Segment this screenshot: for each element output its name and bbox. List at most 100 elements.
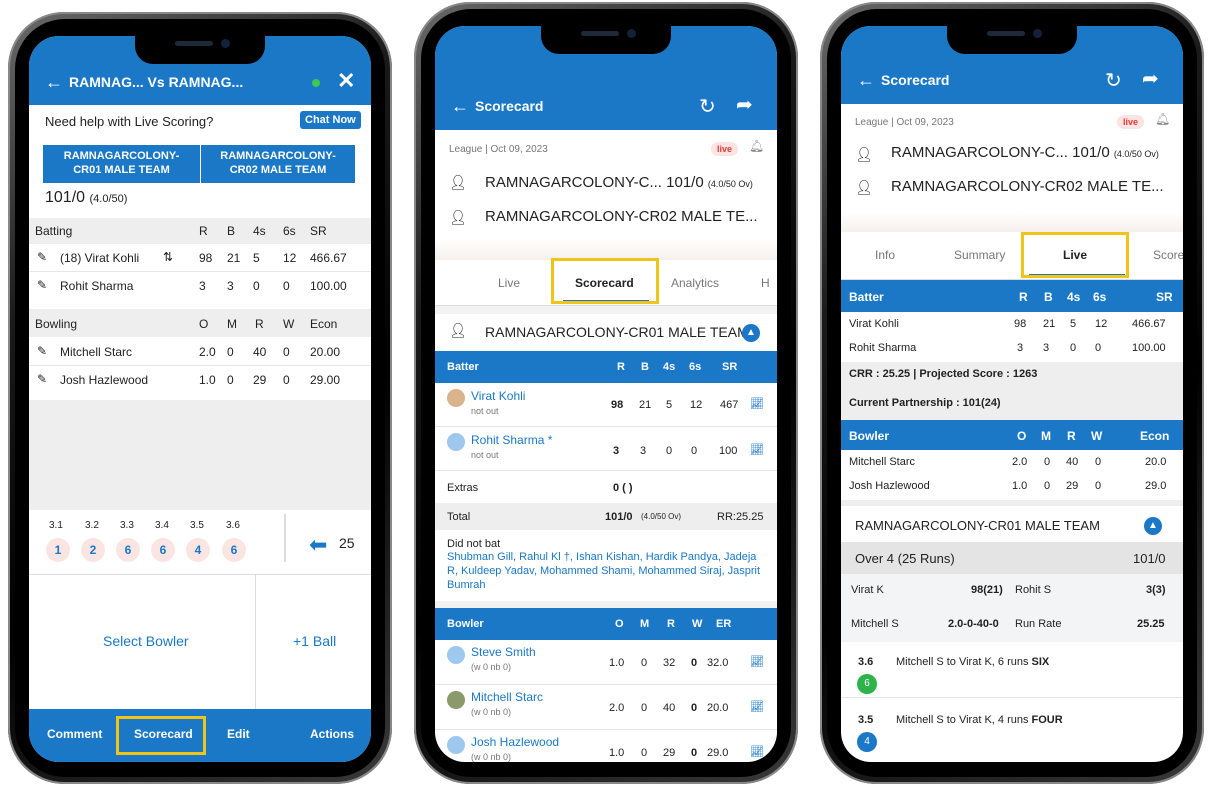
bowler-row[interactable]: Mitchell Starc (w 0 nb 0) 2.0 0 40 0 20.… [435,685,777,730]
team-2-tab[interactable]: RAMNAGARCOLONY- CR02 MALE TEAM [201,145,355,183]
chat-now-button[interactable]: Chat Now [300,111,361,129]
ball-badge: 4 [857,732,877,752]
total-row: Total 101/0 (4.0/50 Ov) RR:25.25 [435,503,777,530]
chevron-up-icon[interactable]: ▲ [1144,517,1162,535]
phone-2-frame: ← Scorecard ↻ ➦ League | Oct 09, 2023 li… [414,2,798,784]
team-1-score: 101/0 [1072,144,1110,161]
online-dot-icon [312,79,320,87]
refresh-icon[interactable]: ↻ [699,94,716,119]
avatar [447,691,465,709]
highlight-box [551,258,659,304]
pencil-icon: ✎ [37,278,48,292]
batting-header: Batting R B 4s 6s SR [29,218,371,244]
bell-icon[interactable]: 🔔︎ [749,139,764,153]
bowler-row[interactable]: Josh Hazlewood 1.0 0 29 0 29.0 [841,474,1183,498]
share-icon[interactable]: ➦ [736,92,753,117]
swap-icon: ⇅ [163,250,174,264]
bowling-header: Bowling O M R W Econ [29,309,371,337]
batter-row[interactable]: ✎ (18) Virat Kohli ⇅ 98 21 5 12 466.67 [29,244,371,272]
nav-comment[interactable]: Comment [47,727,102,741]
innings-header[interactable]: RAMNAGARCOLONY-CR01 MALE TEAM ▲ [841,506,1183,542]
back-arrow-icon[interactable]: ← [451,96,469,117]
batter-row[interactable]: ✎ Rohit Sharma 3 3 0 0 100.00 [29,272,371,300]
select-bowler-button[interactable]: Select Bowler [29,575,256,709]
nav-actions[interactable]: Actions [310,727,354,741]
tab-scorecard[interactable]: Score [1153,248,1183,262]
batter-row[interactable]: Rohit Sharma 3 3 0 0 100.00 [841,336,1183,360]
team-1-score: 101/0 [666,174,704,191]
batter-row[interactable]: Rohit Sharma * not out 3 3 0 0 100 📈︎ [435,427,777,471]
stage: ← RAMNAG... Vs RAMNAG... ✕ Need help wit… [0,0,1208,787]
team-logo-icon: 👤︎ [449,174,467,190]
match-meta: League | Oct 09, 2023 [449,144,548,155]
innings-header[interactable]: 👤︎ RAMNAGARCOLONY-CR01 MALE TEAM ▲ [435,314,777,351]
team-2-name: RAMNAGARCOLONY-CR02 MALE TE... [485,208,758,225]
bowler-header: Bowler O M R W Econ [841,420,1183,450]
avatar [447,736,465,754]
live-badge: live [1117,115,1145,129]
batter-header: Batter R B 4s 6s SR [841,280,1183,312]
back-arrow-icon[interactable]: ← [45,72,63,93]
highlight-box [116,716,206,755]
nav-edit[interactable]: Edit [227,727,250,741]
batter-row[interactable]: Virat Kohli not out 98 21 5 12 467 📈︎ [435,383,777,427]
did-not-bat-list: Shubman Gill, Rahul Kl †, Ishan Kishan, … [447,551,761,591]
back-arrow-icon[interactable]: ← [857,70,875,91]
batter-header: Batter R B 4s 6s SR [435,351,777,383]
bowler-header: Bowler O M R W ER [435,608,777,640]
ball-chip: 6 [151,538,175,562]
team-1-name: RAMNAGARCOLONY-C... [485,174,662,191]
bowler-row[interactable]: Steve Smith (w 0 nb 0) 1.0 0 32 0 32.0 📈… [435,640,777,685]
chevron-up-icon[interactable]: ▲ [742,324,760,342]
chart-icon[interactable]: 📈︎ [750,700,764,713]
team-1-name: RAMNAGARCOLONY-C... [891,144,1068,161]
ball-chip: 6 [116,538,140,562]
chart-icon[interactable]: 📈︎ [750,745,764,758]
phone-1-screen: ← RAMNAG... Vs RAMNAG... ✕ Need help wit… [29,36,371,762]
tab-summary[interactable]: Summary [954,248,1005,262]
team-1-tab[interactable]: RAMNAGARCOLONY- CR01 MALE TEAM [43,145,200,183]
current-overs: (4.0/50) [89,193,128,205]
pencil-icon: ✎ [37,372,48,386]
refresh-icon[interactable]: ↻ [1105,68,1122,93]
close-icon[interactable]: ✕ [337,68,355,94]
tab-analytics[interactable]: Analytics [671,276,719,290]
bell-icon[interactable]: 🔔︎ [1155,112,1170,126]
chart-icon[interactable]: 📈︎ [750,655,764,668]
tab-more[interactable]: H [761,276,770,290]
team-1-overs: (4.0/50 Ov) [707,179,753,189]
tab-info[interactable]: Info [875,248,895,262]
match-title: RAMNAG... Vs RAMNAG... [69,74,244,90]
ball-chip: 6 [222,538,246,562]
highlight-box [1021,232,1129,278]
phone-1-frame: ← RAMNAG... Vs RAMNAG... ✕ Need help wit… [8,12,392,784]
over-summary: Over 4 (25 Runs) 101/0 [841,542,1183,574]
batter-row[interactable]: Virat Kohli 98 21 5 12 466.67 [841,312,1183,336]
ball-badge: 6 [857,674,877,694]
ball-chip: 1 [46,538,70,562]
plus-one-ball-button[interactable]: +1 Ball [256,575,371,709]
page-title: Scorecard [881,72,950,88]
phone-3-frame: ← Scorecard ↻ ➦ League | Oct 09, 2023 li… [820,2,1204,784]
phone-3-screen: ← Scorecard ↻ ➦ League | Oct 09, 2023 li… [841,26,1183,762]
live-badge: live [711,142,739,156]
ball-chip: 2 [81,538,105,562]
tab-live[interactable]: Live [498,276,520,290]
share-icon[interactable]: ➦ [1142,66,1159,91]
bowler-row[interactable]: ✎ Josh Hazlewood 1.0 0 29 0 29.00 [29,366,371,394]
tab-bar: Info Summary Live Score [841,232,1183,280]
bowler-row[interactable]: Mitchell Starc 2.0 0 40 0 20.0 [841,450,1183,474]
bowler-row[interactable]: ✎ Mitchell Starc 2.0 0 40 0 20.00 [29,338,371,366]
team-logo-icon: 👤︎ [449,209,467,225]
team-2-name: RAMNAGARCOLONY-CR02 MALE TE... [891,178,1164,195]
undo-icon[interactable]: ⬅ [309,532,327,558]
ball-chip: 4 [186,538,210,562]
team-logo-icon: 👤︎ [855,179,873,195]
chart-icon[interactable]: 📈︎ [750,443,764,456]
bowler-row[interactable]: Josh Hazlewood (w 0 nb 0) 1.0 0 29 0 29.… [435,730,777,762]
pencil-icon: ✎ [37,344,48,358]
commentary-item: 3.6 Mitchell S to Virat K, 6 runs SIX 6 [841,642,1183,698]
chart-icon[interactable]: 📈︎ [750,397,764,410]
avatar [447,646,465,664]
match-meta: League | Oct 09, 2023 [855,117,954,128]
